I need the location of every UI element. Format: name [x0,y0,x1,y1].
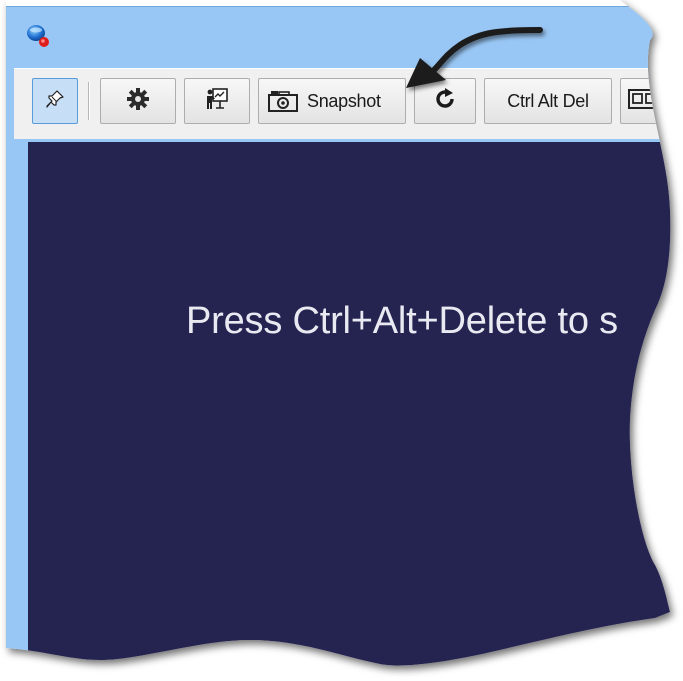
camera-icon [267,89,299,113]
ctrl-alt-del-button[interactable]: Ctrl Alt Del [484,78,612,124]
screenshot-scene: Snapshot Ctrl Alt Del Press Ctrl+Alt+Del… [0,0,683,681]
multi-monitor-button[interactable] [620,78,683,124]
settings-button[interactable] [100,78,176,124]
gear-icon [125,86,151,117]
presentation-button[interactable] [184,78,250,124]
presentation-board-icon [204,86,230,117]
window-left-border [6,64,28,681]
remote-window: Snapshot Ctrl Alt Del Press Ctrl+Alt+Del… [0,0,683,681]
monitors-icon [627,87,661,116]
refresh-button[interactable] [414,78,476,124]
remote-desktop-globe-icon[interactable] [26,24,50,48]
refresh-icon [433,87,457,116]
remote-desktop-screen[interactable] [28,142,683,681]
snapshot-button[interactable]: Snapshot [258,78,406,124]
ctrl-alt-del-label: Ctrl Alt Del [507,90,589,111]
title-bar[interactable] [6,6,683,65]
snapshot-label: Snapshot [307,90,381,111]
ctrl-alt-delete-prompt: Press Ctrl+Alt+Delete to s [186,300,618,342]
toolbar-separator [88,82,90,120]
remote-window-sheet: Snapshot Ctrl Alt Del Press Ctrl+Alt+Del… [0,0,683,681]
pin-button[interactable] [32,78,78,124]
pin-icon [44,88,66,115]
